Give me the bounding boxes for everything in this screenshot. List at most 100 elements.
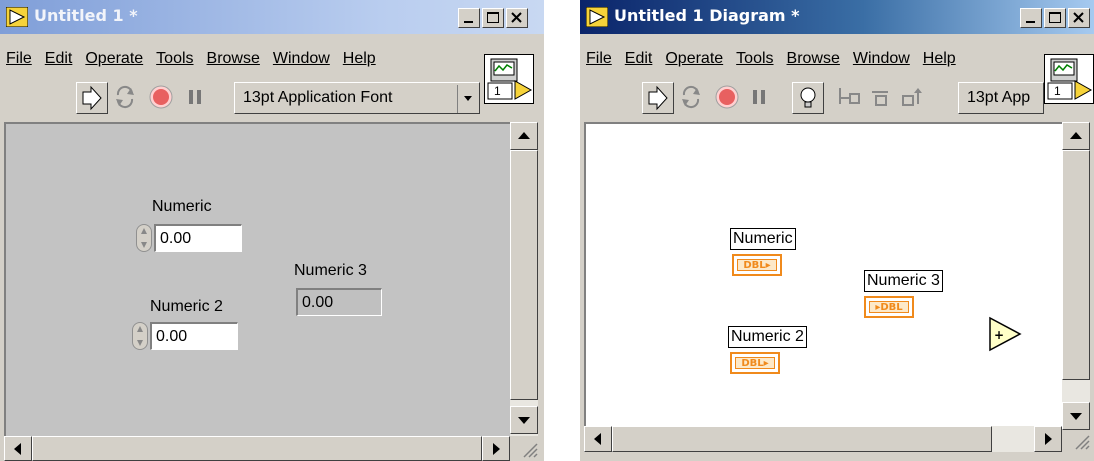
vi-icon: [487, 58, 533, 100]
run-button[interactable]: [76, 82, 108, 114]
menu-help[interactable]: Help: [337, 46, 383, 72]
font-selector[interactable]: 13pt App: [958, 82, 1044, 114]
scroll-down-button[interactable]: [1062, 402, 1090, 430]
add-function-icon[interactable]: +: [986, 316, 1026, 356]
scroll-thumb[interactable]: [510, 150, 538, 400]
run-button[interactable]: [642, 82, 674, 114]
menu-tools[interactable]: Tools: [730, 46, 780, 72]
pause-button[interactable]: [744, 82, 776, 114]
scroll-thumb[interactable]: [32, 436, 482, 461]
menu-window[interactable]: Window: [267, 46, 337, 72]
numeric-control[interactable]: 0.00: [154, 224, 242, 252]
run-continuously-button[interactable]: [110, 82, 142, 114]
close-icon: [511, 12, 522, 23]
step-over-button[interactable]: [866, 82, 898, 114]
menu-browse[interactable]: Browse: [201, 46, 267, 72]
scroll-up-button[interactable]: [1062, 122, 1090, 150]
menu-file[interactable]: File: [0, 46, 39, 72]
terminal-label: Numeric 2: [728, 326, 807, 348]
scroll-left-button[interactable]: [4, 436, 32, 461]
spin-arrows-icon: [137, 326, 143, 346]
abort-icon: [149, 85, 173, 109]
vertical-scrollbar[interactable]: [1062, 122, 1090, 430]
front-panel-canvas[interactable]: Numeric 0.00 Numeric 2 0.00 Numeric 3 0.…: [4, 122, 510, 436]
dbl-type-label: DBL▸: [735, 357, 775, 369]
menu-operate[interactable]: Operate: [659, 46, 730, 72]
labview-run-icon: [6, 7, 28, 27]
dropdown-button[interactable]: [457, 85, 479, 113]
vertical-scrollbar[interactable]: [510, 122, 538, 436]
highlight-bulb-icon: [800, 87, 816, 108]
abort-icon: [715, 85, 739, 109]
menu-browse[interactable]: Browse: [781, 46, 847, 72]
resize-grip-icon[interactable]: [520, 440, 538, 458]
menu-file[interactable]: File: [580, 46, 619, 72]
vi-icon-connector[interactable]: 1: [1044, 54, 1094, 104]
arrow-right-icon: [1045, 433, 1052, 445]
numeric-3-terminal[interactable]: ▸DBL: [864, 296, 914, 318]
horizontal-scrollbar[interactable]: [4, 436, 510, 461]
scroll-thumb[interactable]: [1062, 150, 1090, 380]
window-title: Untitled 1 Diagram *: [614, 6, 800, 25]
terminal-label: Numeric 3: [864, 270, 943, 292]
maximize-icon: [1049, 12, 1061, 23]
scroll-left-button[interactable]: [584, 426, 612, 452]
minimize-button[interactable]: [1020, 8, 1042, 28]
title-bar[interactable]: Untitled 1 *: [0, 0, 544, 34]
terminal-label: Numeric: [730, 228, 796, 250]
numeric-2-control[interactable]: 0.00: [150, 322, 238, 350]
font-selector[interactable]: 13pt Application Font: [234, 82, 480, 114]
horizontal-scrollbar[interactable]: [584, 426, 1062, 452]
scroll-thumb[interactable]: [612, 426, 992, 452]
arrow-left-icon: [594, 433, 601, 445]
block-diagram-canvas[interactable]: Numeric DBL▸ Numeric 2 DBL▸ Numeric 3 ▸D…: [584, 122, 1062, 430]
run-continuous-icon: [682, 85, 700, 109]
menu-bar: File Edit Operate Tools Browse Window He…: [0, 46, 383, 72]
run-continuous-icon: [116, 85, 134, 109]
scroll-up-button[interactable]: [510, 122, 538, 150]
font-name: 13pt App: [967, 89, 1031, 106]
close-button[interactable]: [506, 8, 528, 28]
resize-grip-icon[interactable]: [1072, 432, 1090, 450]
title-bar[interactable]: Untitled 1 Diagram *: [580, 0, 1094, 34]
menu-edit[interactable]: Edit: [39, 46, 80, 72]
maximize-button[interactable]: [1044, 8, 1066, 28]
minimize-button[interactable]: [458, 8, 480, 28]
highlight-execution-button[interactable]: [792, 82, 824, 114]
run-arrow-icon: [82, 85, 102, 111]
menu-edit[interactable]: Edit: [619, 46, 660, 72]
control-label: Numeric: [152, 198, 212, 215]
abort-button[interactable]: [712, 82, 744, 114]
block-diagram-window: Untitled 1 Diagram * File Edit Operate T…: [580, 0, 1094, 461]
menu-tools[interactable]: Tools: [150, 46, 200, 72]
menu-window[interactable]: Window: [847, 46, 917, 72]
pause-button[interactable]: [180, 82, 212, 114]
step-into-button[interactable]: [834, 82, 866, 114]
menu-operate[interactable]: Operate: [79, 46, 150, 72]
window-title: Untitled 1 *: [34, 6, 138, 25]
indicator-label: Numeric 3: [294, 262, 367, 279]
vi-icon-connector[interactable]: 1: [484, 54, 534, 104]
step-out-button[interactable]: [898, 82, 930, 114]
font-name: 13pt Application Font: [243, 89, 393, 106]
maximize-button[interactable]: [482, 8, 504, 28]
numeric-terminal[interactable]: DBL▸: [732, 254, 782, 276]
menu-help[interactable]: Help: [917, 46, 963, 72]
abort-button[interactable]: [146, 82, 178, 114]
close-button[interactable]: [1068, 8, 1090, 28]
increment-decrement-arrows[interactable]: [136, 224, 152, 252]
scroll-down-button[interactable]: [510, 406, 538, 434]
arrow-left-icon: [14, 443, 21, 455]
spin-arrows-icon: [141, 228, 147, 248]
numeric-2-terminal[interactable]: DBL▸: [730, 352, 780, 374]
scroll-right-button[interactable]: [482, 436, 510, 461]
run-continuously-button[interactable]: [676, 82, 708, 114]
numeric-3-indicator: 0.00: [296, 288, 382, 316]
arrow-right-icon: [493, 443, 500, 455]
minimize-icon: [1026, 21, 1035, 23]
increment-decrement-arrows[interactable]: [132, 322, 148, 350]
close-icon: [1073, 12, 1084, 23]
scroll-right-button[interactable]: [1034, 426, 1062, 452]
arrow-up-icon: [518, 132, 530, 139]
menu-bar: File Edit Operate Tools Browse Window He…: [580, 46, 963, 72]
